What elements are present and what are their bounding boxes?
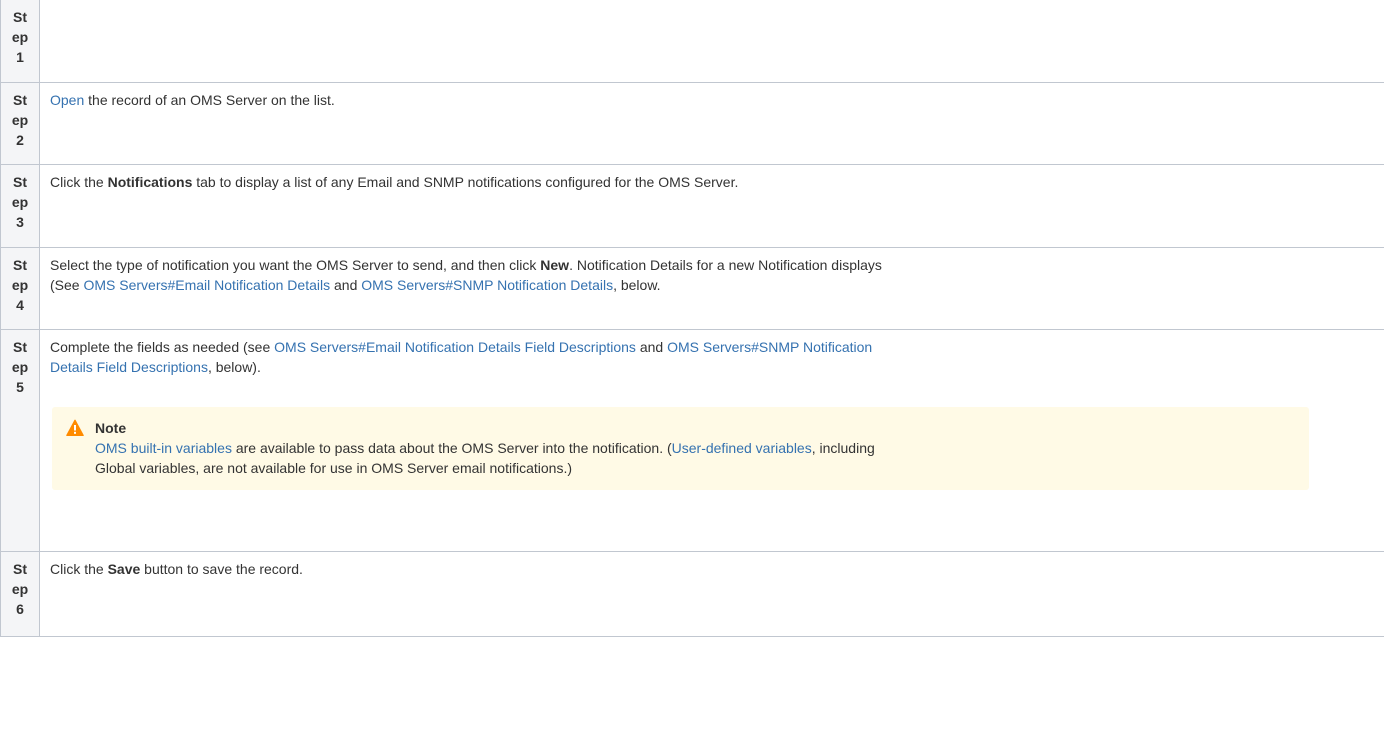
step-label-6: St ep 6: [0, 551, 40, 637]
step-content-4: Select the type of notification you want…: [39, 247, 1384, 330]
step-content-5: Complete the fields as needed (see OMS S…: [39, 329, 1384, 552]
step-row-6: St ep 6 Click the Save button to save the …: [0, 551, 1384, 637]
step-label-4: St ep 4: [0, 247, 40, 330]
email-notification-details-link[interactable]: OMS Servers#Email Notification Details: [83, 277, 330, 293]
step-row-1: St ep 1: [0, 0, 1384, 83]
step-row-3: St ep 3 Click the Notifications tab to dis…: [0, 164, 1384, 248]
step-label-3: St ep 3: [0, 164, 40, 248]
warning-icon: [66, 419, 84, 436]
step-2-text: the record of an OMS Server on the list.: [84, 91, 335, 108]
open-link[interactable]: Open: [50, 92, 84, 108]
new-button-name: New: [540, 256, 570, 273]
step-row-2: St ep 2 Open the record of an OMS Server o…: [0, 82, 1384, 165]
save-button-name: Save: [107, 560, 141, 577]
steps-table: St ep 1 St ep 2 Open the record of an OMS Se…: [0, 0, 1384, 637]
notifications-tab-name: Notifications: [107, 173, 193, 190]
note-title: Note: [95, 419, 127, 436]
step-row-5: St ep 5 Complete the fields as needed (see…: [0, 329, 1384, 552]
step-content-2: Open the record of an OMS Server on the …: [39, 82, 1384, 165]
step-row-4: St ep 4 Select the type of notification yo…: [0, 247, 1384, 330]
oms-built-in-variables-link[interactable]: OMS built-in variables: [95, 440, 232, 456]
note-panel: Note OMS built-in variables are availabl…: [52, 406, 1309, 490]
step-content-6: Click the Save button to save the record…: [39, 551, 1384, 637]
step-label-2: St ep 2: [0, 82, 40, 165]
note-body: OMS built-in variables are available to …: [95, 439, 875, 476]
user-defined-variables-link[interactable]: User-defined variables: [672, 440, 812, 456]
step-label-5: St ep 5: [0, 329, 40, 552]
step-label-1: St ep 1: [0, 0, 40, 83]
note-content: Note OMS built-in variables are availabl…: [95, 418, 1295, 478]
snmp-notification-details-link[interactable]: OMS Servers#SNMP Notification Details: [361, 277, 613, 293]
step-content-3: Click the Notifications tab to display a…: [39, 164, 1384, 248]
step-content-1: [39, 0, 1384, 83]
email-field-descriptions-link[interactable]: OMS Servers#Email Notification Details F…: [274, 339, 636, 355]
